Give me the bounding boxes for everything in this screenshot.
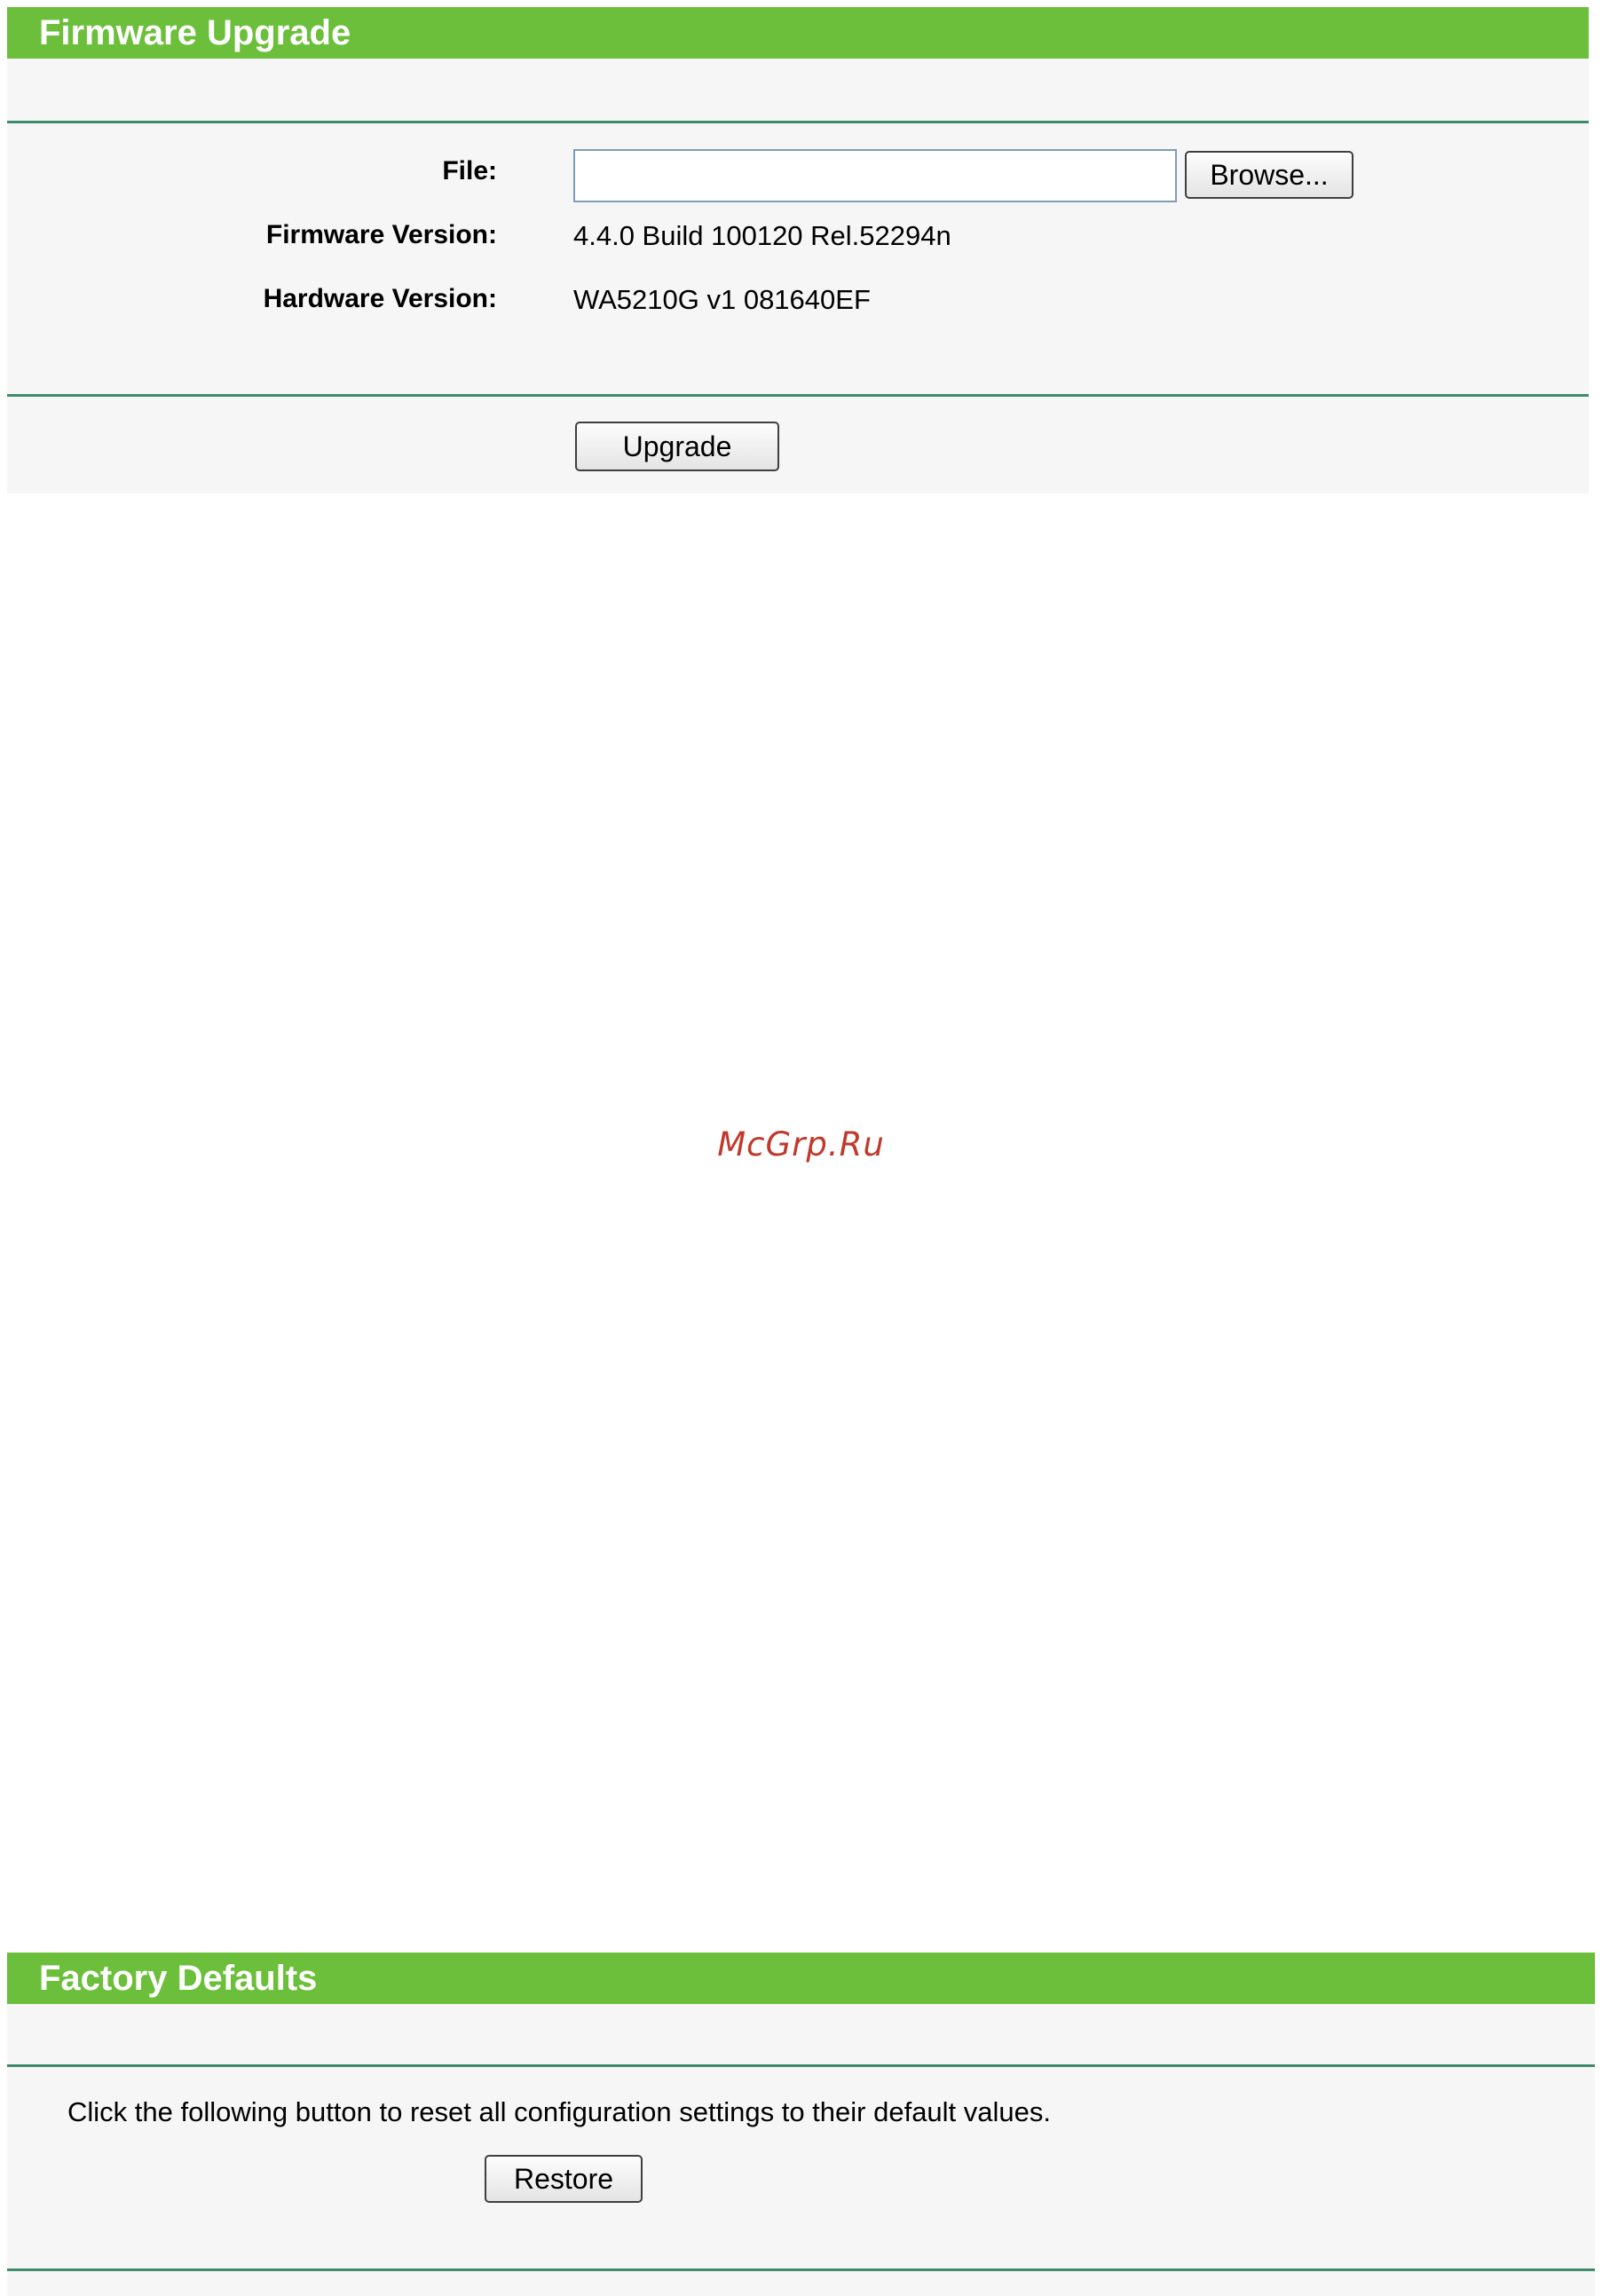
hardware-version-label: Hardware Version: <box>263 284 497 313</box>
file-path-input[interactable] <box>573 149 1177 202</box>
firmware-version-label: Firmware Version: <box>265 220 497 249</box>
restore-button[interactable]: Restore <box>485 2155 643 2203</box>
hardware-version-value: WA5210G v1 081640EF <box>573 284 871 315</box>
firmware-upgrade-bottom-divider <box>7 394 1589 397</box>
firmware-upgrade-top-divider <box>7 121 1589 123</box>
factory-defaults-title: Factory Defaults <box>7 1953 1595 2004</box>
firmware-upgrade-title: Firmware Upgrade <box>7 7 1589 59</box>
browse-button[interactable]: Browse... <box>1185 151 1353 199</box>
upgrade-button[interactable]: Upgrade <box>575 422 779 471</box>
watermark-text: McGrp.Ru <box>717 1125 885 1164</box>
firmware-upgrade-panel: Firmware Upgrade File: Browse... Firmwar… <box>7 7 1589 493</box>
factory-defaults-description: Click the following button to reset all … <box>67 2096 1052 2127</box>
factory-defaults-panel: Factory Defaults Click the following but… <box>7 1953 1595 2296</box>
factory-defaults-top-divider <box>7 2064 1595 2067</box>
firmware-version-value: 4.4.0 Build 100120 Rel.52294n <box>573 220 951 251</box>
file-label: File: <box>442 156 497 185</box>
factory-defaults-bottom-divider <box>7 2268 1595 2271</box>
